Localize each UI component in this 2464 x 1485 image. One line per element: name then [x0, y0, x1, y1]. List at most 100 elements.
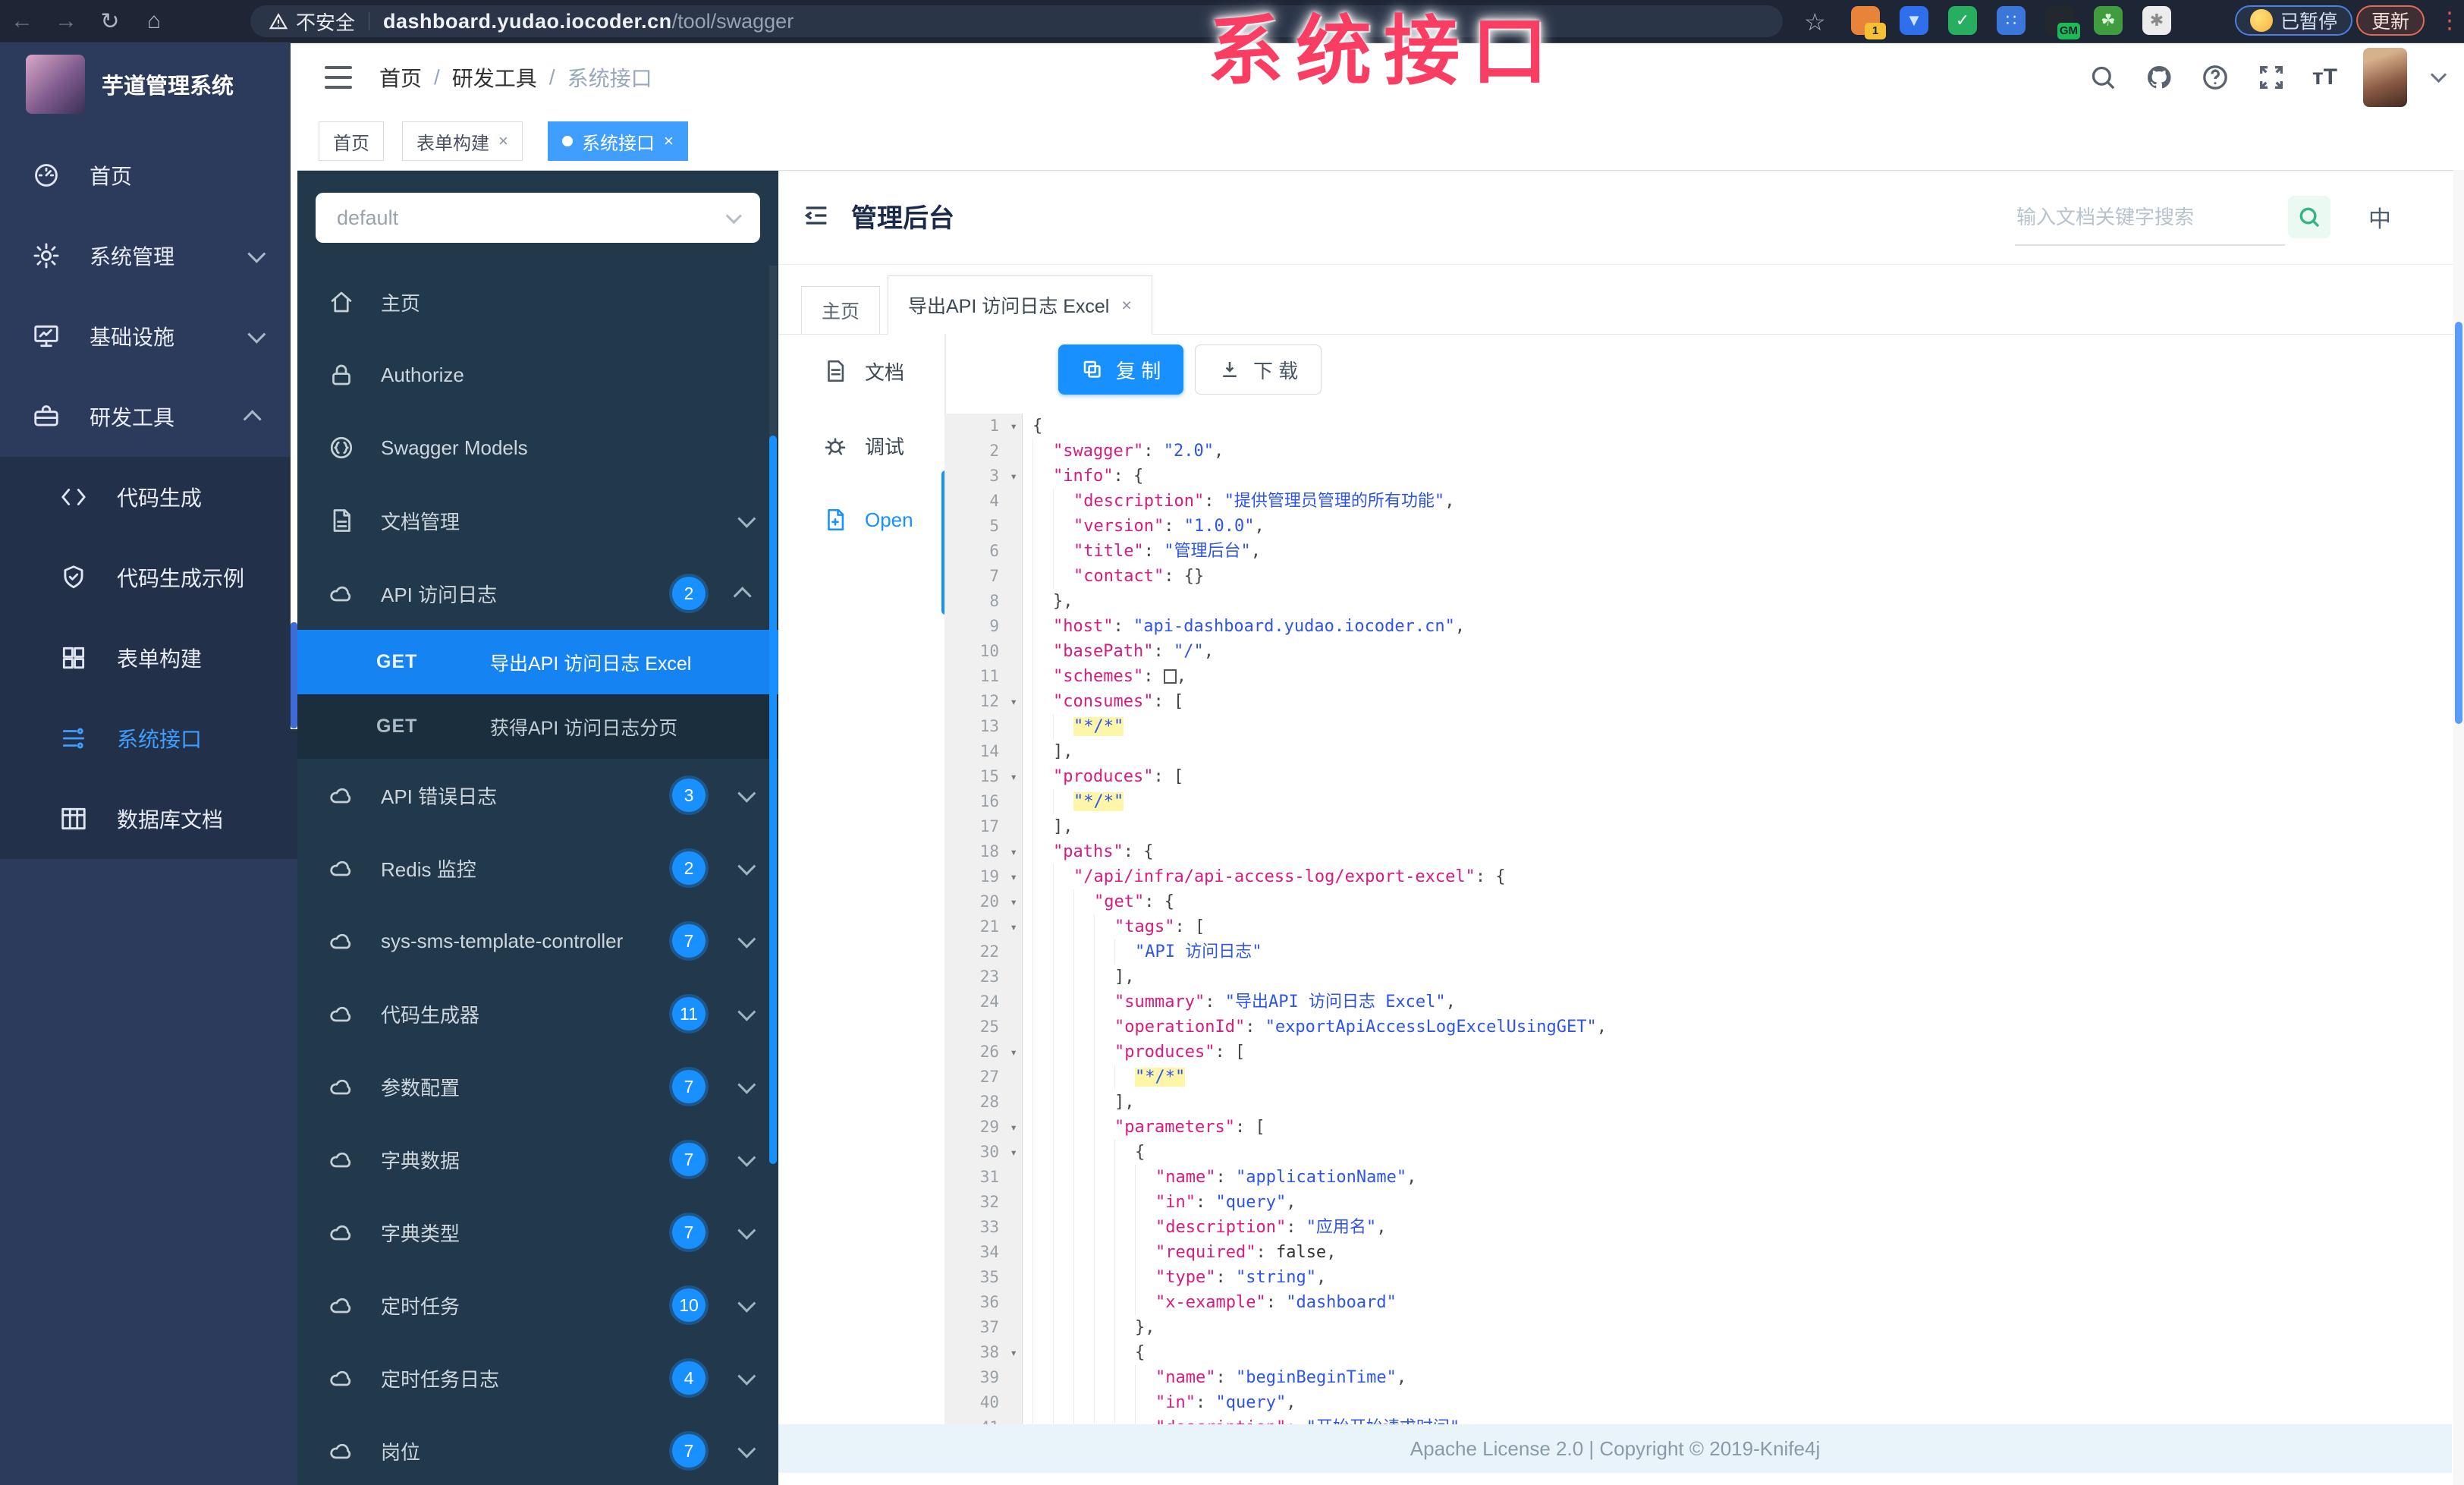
line-number[interactable]: 18 ▾: [944, 839, 1022, 864]
browser-update-button[interactable]: 更新: [2356, 5, 2425, 36]
line-number[interactable]: 33: [944, 1215, 1022, 1240]
fold-arrow-icon[interactable]: ▾: [1010, 914, 1017, 939]
doc-search-button[interactable]: [2288, 196, 2330, 238]
fold-arrow-icon[interactable]: ▾: [1010, 889, 1017, 914]
sidebar-scrollbar-thumb[interactable]: [291, 622, 297, 728]
ext-gm-icon[interactable]: GM: [2045, 6, 2080, 39]
user-avatar[interactable]: [2363, 48, 2407, 107]
font-size-icon[interactable]: тT: [2312, 64, 2337, 90]
download-button[interactable]: 下 载: [1195, 345, 1322, 395]
tag-1[interactable]: 表单构建 ×: [402, 121, 523, 161]
sidebar-subitem-3[interactable]: 系统接口: [0, 698, 297, 779]
k4-controller-9[interactable]: 岗位 7: [297, 1414, 778, 1485]
line-number[interactable]: 22: [944, 939, 1022, 964]
line-number[interactable]: 5: [944, 514, 1022, 539]
ext-green-check-icon[interactable]: ✓: [1948, 6, 1977, 35]
k4-nav-3[interactable]: 文档管理: [297, 484, 778, 557]
close-icon[interactable]: ×: [1121, 295, 1131, 316]
line-number[interactable]: 30 ▾: [944, 1140, 1022, 1165]
k4-controller-4[interactable]: 参数配置 7: [297, 1050, 778, 1123]
line-number[interactable]: 15 ▾: [944, 764, 1022, 789]
bookmark-star-icon[interactable]: ☆: [1804, 8, 1826, 36]
mini-nav-open[interactable]: Open: [778, 483, 944, 557]
k4-controller-8[interactable]: 定时任务日志 4: [297, 1342, 778, 1414]
code-editor[interactable]: 1 ▾{2 "swagger": "2.0", 3 ▾ "info": {4 "descri…: [944, 414, 2452, 1424]
line-number[interactable]: 35: [944, 1265, 1022, 1290]
browser-home-icon[interactable]: ⌂: [132, 8, 176, 34]
line-number[interactable]: 29 ▾: [944, 1115, 1022, 1140]
line-number[interactable]: 10: [944, 639, 1022, 664]
ext-drop-icon[interactable]: ▼: [1900, 6, 1928, 35]
browser-menu-icon[interactable]: ⋮: [2438, 8, 2461, 34]
tag-0[interactable]: 首页: [319, 121, 384, 161]
line-number[interactable]: 16: [944, 789, 1022, 814]
language-switch-icon[interactable]: 中: [2368, 200, 2391, 234]
avatar-caret-down-icon[interactable]: [2430, 66, 2447, 83]
line-number[interactable]: 1 ▾: [944, 414, 1022, 439]
line-number[interactable]: 24: [944, 989, 1022, 1015]
sidebar-subitem-0[interactable]: 代码生成: [0, 457, 297, 537]
security-warning[interactable]: 不安全: [269, 8, 355, 36]
page-scrollbar[interactable]: [2453, 170, 2464, 1485]
k4-controller-0[interactable]: API 错误日志 3: [297, 759, 778, 832]
line-number[interactable]: 27: [944, 1065, 1022, 1090]
browser-forward-icon[interactable]: →: [44, 8, 88, 34]
fold-arrow-icon[interactable]: ▾: [1010, 764, 1017, 789]
browser-back-icon[interactable]: ←: [0, 8, 44, 34]
breadcrumb-tools[interactable]: 研发工具: [452, 62, 537, 93]
line-number[interactable]: 41: [944, 1415, 1022, 1424]
ext-puzzle-icon[interactable]: ✱: [2142, 6, 2171, 35]
fold-arrow-icon[interactable]: ▾: [1010, 1115, 1017, 1140]
line-number[interactable]: 28: [944, 1090, 1022, 1115]
mini-nav-调试[interactable]: 调试: [778, 408, 944, 483]
sidebar-item-devtools[interactable]: 研发工具: [0, 376, 297, 457]
line-number[interactable]: 2: [944, 439, 1022, 464]
fold-arrow-icon[interactable]: ▾: [1010, 1340, 1017, 1365]
line-number[interactable]: 36: [944, 1290, 1022, 1315]
close-icon[interactable]: ×: [498, 131, 508, 151]
line-number[interactable]: 7: [944, 564, 1022, 589]
close-icon[interactable]: ×: [664, 131, 674, 151]
line-number[interactable]: 14: [944, 739, 1022, 764]
knife4j-scrollbar[interactable]: [769, 266, 777, 1164]
line-number[interactable]: 37: [944, 1315, 1022, 1340]
doc-tab-1[interactable]: 导出API 访问日志 Excel ×: [888, 275, 1152, 335]
k4-nav-0[interactable]: 主页: [297, 266, 778, 338]
line-number[interactable]: 3 ▾: [944, 464, 1022, 489]
line-number[interactable]: 6: [944, 539, 1022, 564]
line-number[interactable]: 8: [944, 589, 1022, 614]
line-number[interactable]: 32: [944, 1190, 1022, 1215]
doc-search-input[interactable]: [2015, 190, 2285, 246]
line-number[interactable]: 20 ▾: [944, 889, 1022, 914]
k4-controller-3[interactable]: 代码生成器 11: [297, 977, 778, 1050]
sidebar-item-infra[interactable]: 基础设施: [0, 296, 297, 376]
help-icon[interactable]: [2200, 62, 2230, 93]
line-number[interactable]: 34: [944, 1240, 1022, 1265]
k4-controller-2[interactable]: sys-sms-template-controller 7: [297, 905, 778, 977]
k4-controller-1[interactable]: Redis 监控 2: [297, 832, 778, 905]
line-number[interactable]: 26 ▾: [944, 1040, 1022, 1065]
fold-arrow-icon[interactable]: ▾: [1010, 1040, 1017, 1065]
hamburger-icon[interactable]: [325, 66, 352, 89]
breadcrumb-home[interactable]: 首页: [379, 62, 422, 93]
ext-alien-icon[interactable]: ☘: [2094, 6, 2123, 35]
line-number[interactable]: 11: [944, 664, 1022, 689]
line-number[interactable]: 39: [944, 1365, 1022, 1390]
line-number[interactable]: 13: [944, 714, 1022, 739]
line-number[interactable]: 21 ▾: [944, 914, 1022, 939]
doc-tab-0[interactable]: 主页: [801, 286, 881, 335]
line-number[interactable]: 31: [944, 1165, 1022, 1190]
line-number[interactable]: 40: [944, 1390, 1022, 1415]
line-number[interactable]: 25: [944, 1015, 1022, 1040]
mini-nav-文档[interactable]: 文档: [778, 334, 944, 408]
line-number[interactable]: 19 ▾: [944, 864, 1022, 889]
k4-controller-5[interactable]: 字典数据 7: [297, 1123, 778, 1196]
sidebar-subitem-4[interactable]: 数据库文档: [0, 779, 297, 859]
app-logo[interactable]: 芋道管理系统: [0, 42, 297, 124]
fold-arrow-icon[interactable]: ▾: [1010, 864, 1017, 889]
line-number[interactable]: 12 ▾: [944, 689, 1022, 714]
line-number[interactable]: 4: [944, 489, 1022, 514]
browser-reload-icon[interactable]: ↻: [88, 8, 132, 35]
fold-arrow-icon[interactable]: ▾: [1010, 414, 1017, 439]
line-number[interactable]: 17: [944, 814, 1022, 839]
